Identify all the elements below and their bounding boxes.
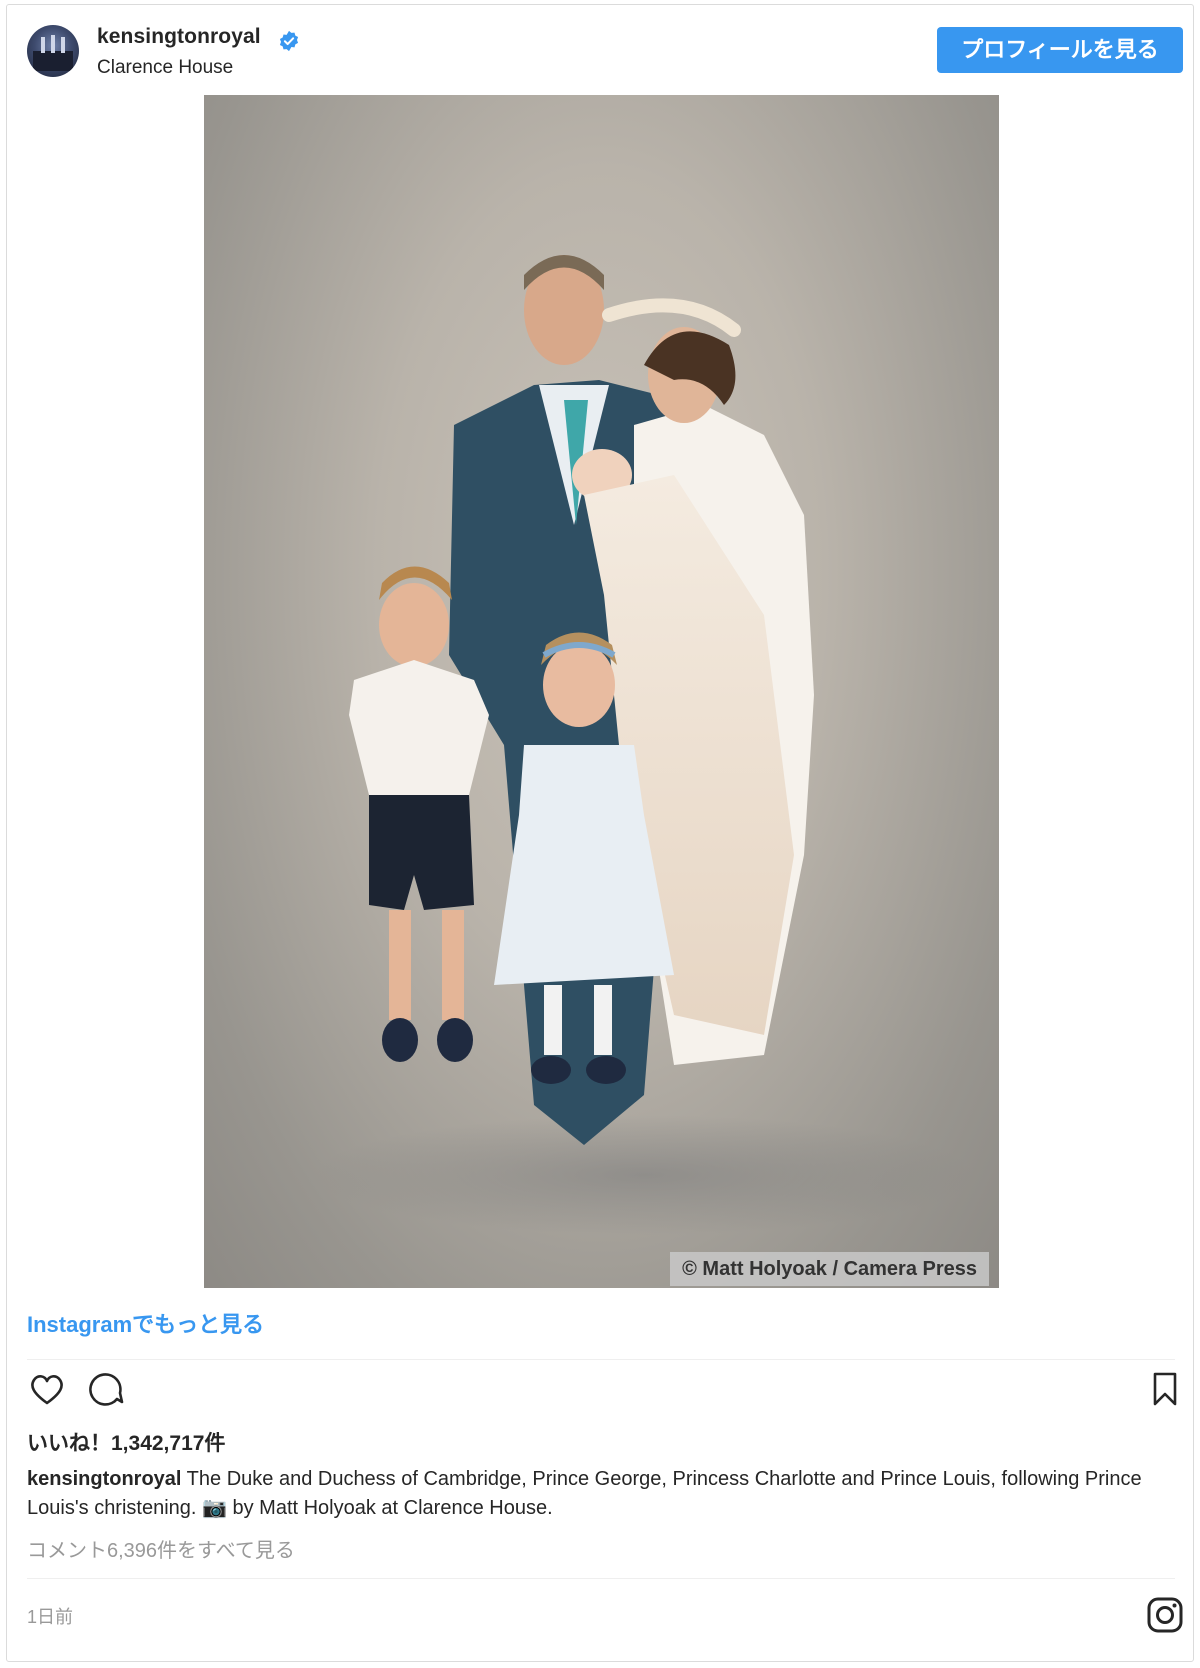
profile-avatar[interactable]: [27, 25, 79, 77]
divider: [27, 1359, 1175, 1360]
comment-icon[interactable]: [86, 1369, 126, 1409]
caption-text: The Duke and Duchess of Cambridge, Princ…: [27, 1468, 1142, 1519]
bookmark-icon[interactable]: [1145, 1369, 1185, 1409]
post-timestamp: 1日前: [27, 1607, 74, 1627]
instagram-embed-card: kensingtonroyal Clarence House プロフィールを見る: [6, 4, 1194, 1662]
view-more-on-instagram-link[interactable]: Instagramでもっと見る: [27, 1307, 264, 1339]
location-link[interactable]: Clarence House: [97, 57, 233, 79]
post-header: kensingtonroyal Clarence House プロフィールを見る: [7, 5, 1193, 95]
username-link[interactable]: kensingtonroyal: [97, 25, 261, 49]
heart-icon[interactable]: [27, 1369, 67, 1409]
post-photo[interactable]: © Matt Holyoak / Camera Press: [204, 95, 999, 1288]
family-portrait-image: [314, 255, 974, 1235]
photo-credit: © Matt Holyoak / Camera Press: [670, 1252, 989, 1286]
post-caption: kensingtonroyal The Duke and Duchess of …: [27, 1465, 1167, 1523]
divider: [27, 1578, 1175, 1579]
verified-badge-icon: [279, 30, 299, 52]
like-count: いいね！1,342,717件: [27, 1432, 226, 1455]
view-profile-button[interactable]: プロフィールを見る: [937, 27, 1183, 73]
caption-username[interactable]: kensingtonroyal: [27, 1468, 181, 1490]
instagram-logo-icon[interactable]: [1145, 1595, 1185, 1635]
view-all-comments-link[interactable]: コメント6,396件をすべて見る: [27, 1534, 295, 1563]
